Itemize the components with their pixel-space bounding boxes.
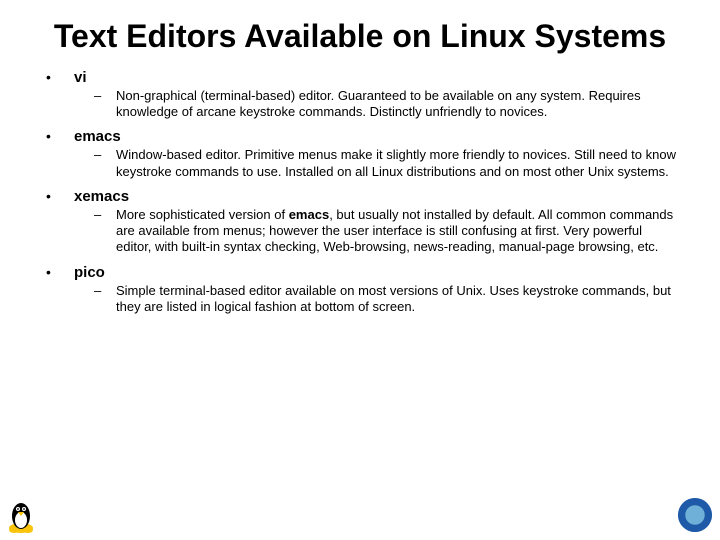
bullet-icon: •: [40, 69, 74, 85]
item-desc-row: – Simple terminal-based editor available…: [40, 283, 680, 316]
slide-title: Text Editors Available on Linux Systems: [40, 18, 680, 55]
editor-name: vi: [74, 69, 87, 86]
dash-icon: –: [94, 88, 116, 103]
list-item: • xemacs – More sophisticated version of…: [40, 188, 680, 256]
dash-icon: –: [94, 283, 116, 298]
bullet-icon: •: [40, 188, 74, 204]
editor-name: emacs: [74, 128, 121, 145]
item-header: • vi: [40, 69, 680, 86]
dash-icon: –: [94, 207, 116, 222]
item-desc: More sophisticated version of emacs, but…: [116, 207, 680, 256]
dash-icon: –: [94, 147, 116, 162]
tux-icon: [6, 498, 36, 534]
item-desc: Non-graphical (terminal-based) editor. G…: [116, 88, 680, 121]
bullet-icon: •: [40, 128, 74, 144]
item-desc-row: – Non-graphical (terminal-based) editor.…: [40, 88, 680, 121]
editor-name: pico: [74, 264, 105, 281]
desc-bold: emacs: [289, 207, 329, 222]
item-desc-row: – Window-based editor. Primitive menus m…: [40, 147, 680, 180]
editor-name: xemacs: [74, 188, 129, 205]
item-header: • emacs: [40, 128, 680, 145]
slide-body: Text Editors Available on Linux Systems …: [0, 0, 720, 315]
item-header: • xemacs: [40, 188, 680, 205]
item-desc-row: – More sophisticated version of emacs, b…: [40, 207, 680, 256]
bullet-icon: •: [40, 264, 74, 280]
list-item: • emacs – Window-based editor. Primitive…: [40, 128, 680, 180]
list-item: • vi – Non-graphical (terminal-based) ed…: [40, 69, 680, 121]
item-desc: Window-based editor. Primitive menus mak…: [116, 147, 680, 180]
editor-list: • vi – Non-graphical (terminal-based) ed…: [40, 69, 680, 315]
seal-icon: [678, 498, 712, 532]
list-item: • pico – Simple terminal-based editor av…: [40, 264, 680, 316]
item-header: • pico: [40, 264, 680, 281]
item-desc: Simple terminal-based editor available o…: [116, 283, 680, 316]
desc-pre: More sophisticated version of: [116, 207, 289, 222]
